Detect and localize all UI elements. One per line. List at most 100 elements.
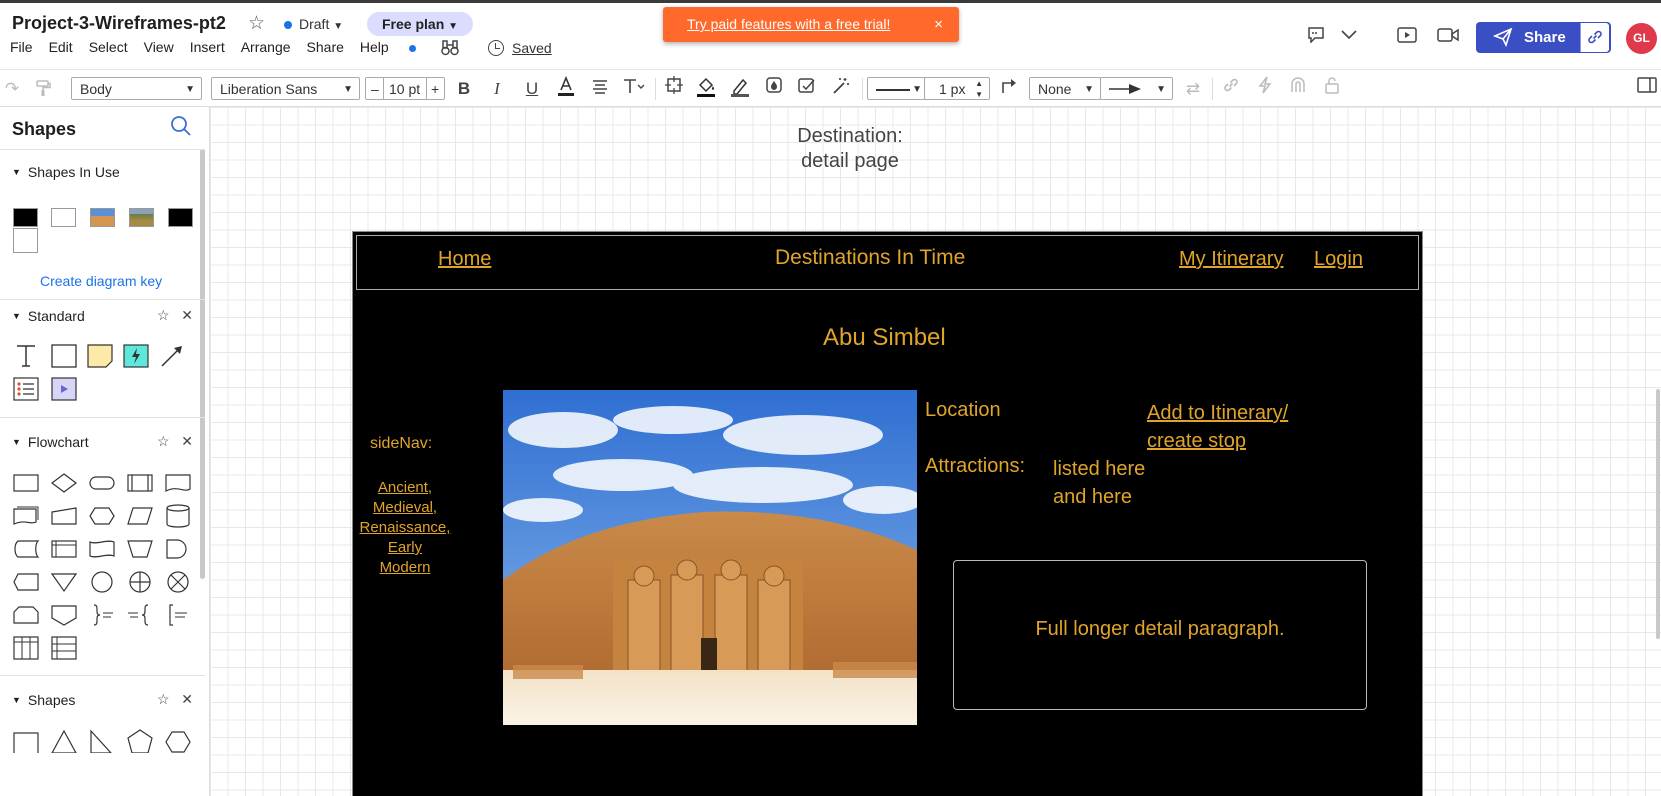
pentagon-shape-icon[interactable] [126, 727, 154, 753]
font-size-value[interactable]: 10 pt [389, 78, 420, 101]
line-style-select[interactable]: ▼ [867, 77, 929, 100]
menu-edit[interactable]: Edit [49, 39, 73, 55]
fill-color-icon[interactable] [694, 76, 718, 102]
video-call-icon[interactable] [1437, 27, 1459, 48]
font-size-stepper[interactable]: – 10 pt + [365, 77, 445, 100]
bold-button[interactable]: B [452, 76, 476, 102]
decision-shape-icon[interactable] [50, 470, 78, 496]
link-icon[interactable] [1219, 76, 1243, 102]
page-label[interactable]: Destination: detail page [770, 124, 930, 174]
menu-insert[interactable]: Insert [190, 39, 225, 55]
menu-arrange[interactable]: Arrange [241, 39, 291, 55]
trial-link[interactable]: Try paid features with a free trial! [687, 7, 890, 42]
section-standard[interactable]: ▼ Standard [12, 308, 85, 324]
avatar[interactable]: GL [1626, 23, 1657, 54]
multi-document-icon[interactable] [12, 503, 40, 529]
star-icon[interactable]: ☆ [157, 307, 170, 323]
internal-storage-icon[interactable] [50, 536, 78, 562]
text-options-icon[interactable] [622, 76, 646, 102]
action-shape-icon[interactable] [122, 343, 150, 369]
preparation-shape-icon[interactable] [88, 503, 116, 529]
sidenav-link[interactable]: Medieval, [353, 498, 457, 518]
document-title[interactable]: Project-3-Wireframes-pt2 [12, 13, 226, 34]
nav-login-link[interactable]: Login [1314, 248, 1363, 271]
canvas-scrollbar[interactable] [1656, 389, 1660, 639]
share-button[interactable]: Share [1476, 22, 1611, 53]
merge-shape-icon[interactable] [50, 569, 78, 595]
redo-icon[interactable]: ↷ [0, 76, 24, 102]
annotation-brace-icon[interactable] [88, 602, 116, 628]
arrow-end-select[interactable]: ▼ [1100, 77, 1173, 100]
video-shape-icon[interactable] [50, 376, 78, 402]
magic-wand-icon[interactable] [829, 76, 853, 102]
section-shapes-in-use[interactable]: ▼ Shapes In Use [12, 164, 120, 180]
lock-icon[interactable] [1320, 76, 1344, 102]
used-shape-white-rect[interactable] [51, 208, 76, 227]
side-panel-icon[interactable] [1635, 76, 1659, 102]
annotation-brace-left-icon[interactable] [126, 602, 154, 628]
decrease-font-button[interactable]: – [371, 78, 379, 101]
database-shape-icon[interactable] [164, 503, 192, 529]
line-width-select[interactable]: 1 px ▲ ▼ [924, 77, 990, 100]
hexagon-shape-icon[interactable] [164, 727, 192, 753]
destination-heading[interactable]: Abu Simbel [823, 324, 946, 352]
section-flowchart[interactable]: ▼ Flowchart [12, 434, 89, 450]
nav-home-link[interactable]: Home [438, 248, 491, 271]
data-shape-icon[interactable] [126, 503, 154, 529]
menu-view[interactable]: View [144, 39, 174, 55]
tape-shape-icon[interactable] [88, 536, 116, 562]
section-shapes[interactable]: ▼ Shapes [12, 692, 75, 708]
arrow-start-select[interactable]: None ▼ [1029, 77, 1101, 100]
stored-data-icon[interactable] [12, 536, 40, 562]
right-triangle-icon[interactable] [88, 727, 116, 753]
line-color-icon[interactable] [728, 76, 752, 102]
used-shape-black-rect[interactable] [168, 208, 193, 227]
draft-status[interactable]: Draft ▼ [284, 16, 343, 32]
present-icon[interactable] [1397, 27, 1417, 48]
process-shape-icon[interactable] [12, 470, 40, 496]
arrow-line-icon[interactable] [158, 343, 186, 369]
list-shape-icon[interactable] [12, 376, 40, 402]
search-icon[interactable] [170, 115, 192, 137]
text-shape-icon[interactable] [12, 343, 40, 369]
italic-button[interactable]: I [485, 76, 509, 102]
connector-style-icon[interactable] [997, 76, 1021, 102]
connector-circle-icon[interactable] [88, 569, 116, 595]
square-shape-icon[interactable] [12, 727, 40, 753]
swimlane-horizontal-icon[interactable] [50, 635, 78, 661]
manual-operation-icon[interactable] [126, 536, 154, 562]
opacity-icon[interactable] [762, 76, 786, 102]
free-plan-badge[interactable]: Free plan ▼ [367, 12, 474, 36]
font-family-select[interactable]: Liberation Sans ▼ [211, 77, 360, 100]
document-shape-icon[interactable] [164, 470, 192, 496]
location-label[interactable]: Location [925, 399, 1001, 422]
nav-itinerary-link[interactable]: My Itinerary [1179, 248, 1283, 271]
detail-paragraph-box[interactable]: Full longer detail paragraph. [953, 560, 1367, 710]
shape-border-icon[interactable] [662, 76, 686, 102]
magnet-icon[interactable] [1286, 76, 1310, 102]
summing-junction-icon[interactable] [164, 569, 192, 595]
align-center-icon[interactable] [588, 76, 612, 102]
used-shape-white-square[interactable] [13, 228, 38, 253]
predefined-process-icon[interactable] [126, 470, 154, 496]
terminator-shape-icon[interactable] [88, 470, 116, 496]
close-icon[interactable]: × [934, 7, 943, 42]
menu-share[interactable]: Share [307, 39, 344, 55]
chevron-down-icon[interactable] [1341, 27, 1357, 43]
triangle-shape-icon[interactable] [50, 727, 78, 753]
comment-icon[interactable] [1307, 27, 1325, 48]
annotation-bracket-icon[interactable] [164, 602, 192, 628]
swap-arrows-icon[interactable]: ⇄ [1181, 76, 1205, 102]
format-painter-icon[interactable] [32, 76, 56, 102]
sidenav-link[interactable]: Early [353, 538, 457, 558]
increase-font-button[interactable]: + [431, 78, 439, 101]
attractions-list[interactable]: listed here and here [1053, 455, 1145, 511]
underline-button[interactable]: U [520, 76, 544, 102]
close-icon[interactable]: ✕ [181, 691, 193, 707]
text-style-select[interactable]: Body ▼ [71, 77, 202, 100]
abu-simbel-image[interactable] [503, 390, 917, 725]
lightning-icon[interactable] [1253, 76, 1277, 102]
attractions-label[interactable]: Attractions: [925, 455, 1025, 478]
text-color-icon[interactable] [554, 75, 578, 102]
manual-input-icon[interactable] [50, 503, 78, 529]
